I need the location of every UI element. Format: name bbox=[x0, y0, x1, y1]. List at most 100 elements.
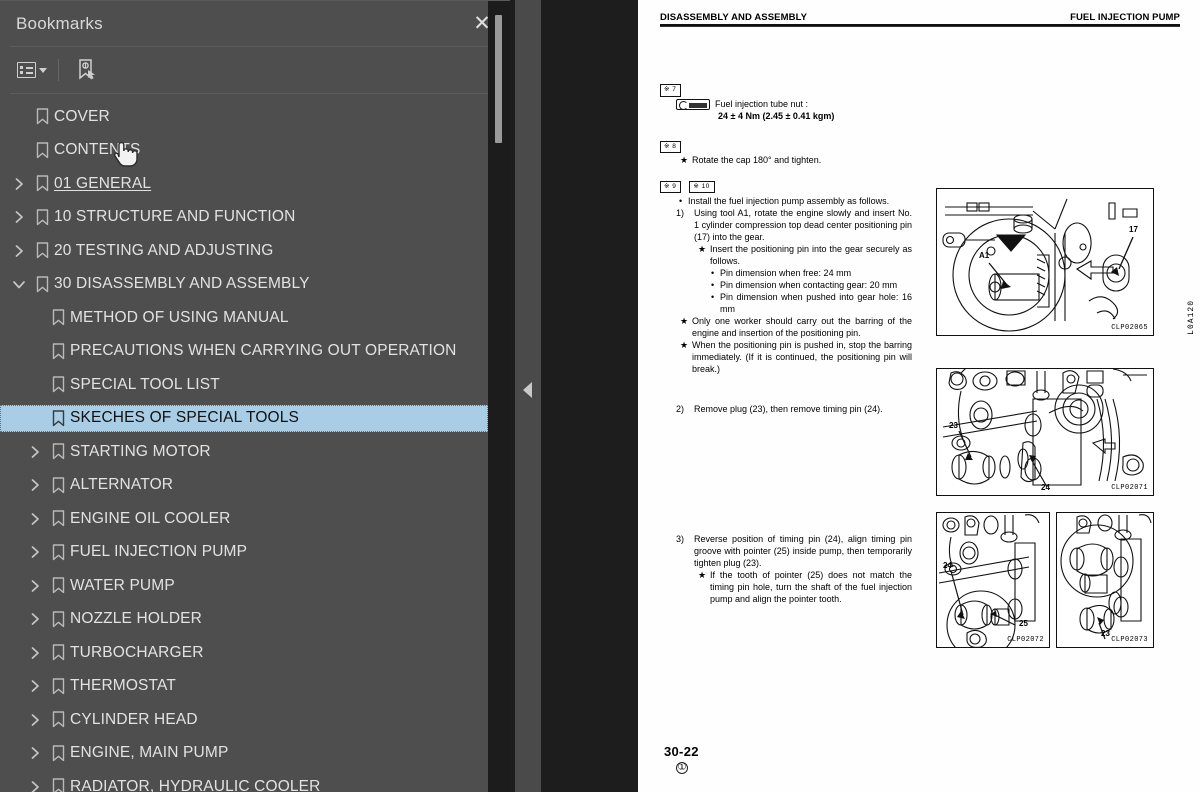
bookmark-item[interactable]: WATER PUMP bbox=[0, 569, 510, 603]
bookmark-label: 30 DISASSEMBLY AND ASSEMBLY bbox=[54, 275, 310, 293]
step-install-text: Install the fuel injection pump assembly… bbox=[688, 196, 890, 207]
warning-1-text: Only one worker should carry out the bar… bbox=[692, 316, 912, 339]
chevron-right-icon[interactable] bbox=[8, 177, 30, 191]
bookmark-icon bbox=[30, 175, 54, 192]
bookmark-icon bbox=[30, 142, 54, 159]
bookmark-item[interactable]: 30 DISASSEMBLY AND ASSEMBLY bbox=[0, 268, 510, 302]
bookmark-item[interactable]: CYLINDER HEAD bbox=[0, 703, 510, 737]
bookmark-item[interactable]: 01 GENERAL bbox=[0, 167, 510, 201]
bookmark-icon bbox=[46, 745, 70, 762]
chevron-right-icon[interactable] bbox=[8, 210, 30, 224]
panel-splitter[interactable] bbox=[510, 0, 638, 792]
bookmark-item[interactable]: COVER bbox=[0, 100, 510, 134]
bookmark-label: ENGINE OIL COOLER bbox=[70, 509, 231, 527]
chevron-right-icon[interactable] bbox=[24, 612, 46, 626]
star-bullet-icon: ★ bbox=[680, 340, 689, 351]
dimension-2: • Pin dimension when contacting gear: 20… bbox=[706, 280, 912, 292]
scrollbar-thumb[interactable] bbox=[495, 15, 502, 143]
bookmark-item[interactable]: ALTERNATOR bbox=[0, 469, 510, 503]
step-2: 2) Remove plug (23), then remove timing … bbox=[674, 404, 912, 416]
list-options-button[interactable] bbox=[12, 55, 52, 85]
tag-badge: ※ 9 bbox=[660, 180, 682, 194]
bookmark-item[interactable]: METHOD OF USING MANUAL bbox=[0, 301, 510, 335]
figure-callout: 23 bbox=[949, 421, 958, 430]
chevron-down-icon[interactable] bbox=[8, 279, 30, 290]
dimension-3: • Pin dimension when pushed into gear ho… bbox=[706, 292, 912, 316]
bookmark-icon bbox=[46, 577, 70, 594]
bookmark-item[interactable]: THERMOSTAT bbox=[0, 670, 510, 704]
header-left-text: DISASSEMBLY AND ASSEMBLY bbox=[660, 12, 808, 23]
tag-9-10-block: ※ 9 ※ 10 • Install the fuel injection pu… bbox=[660, 180, 912, 376]
bookmark-item[interactable]: RADIATOR, HYDRAULIC COOLER bbox=[0, 770, 510, 792]
figure-callout: 23 bbox=[1101, 629, 1110, 638]
step-2-block: 2) Remove plug (23), then remove timing … bbox=[660, 404, 912, 416]
step-1-text: Using tool A1, rotate the engine slowly … bbox=[694, 208, 912, 243]
step-3: 3) Reverse position of timing pin (24), … bbox=[674, 534, 912, 570]
step-1-note: ★ Insert the positioning pin into the ge… bbox=[692, 244, 912, 268]
bookmark-item[interactable]: STARTING MOTOR bbox=[0, 435, 510, 469]
collapse-left-icon[interactable] bbox=[523, 382, 532, 398]
torque-value: 24 ± 4 Nm (2.45 ± 0.41 kgm) bbox=[718, 110, 835, 121]
figure-callout: 17 bbox=[1129, 225, 1138, 234]
bookmarks-panel: Bookmarks ✕ COVER CONTENTS 01 GENERAL 10 ST… bbox=[0, 0, 510, 792]
bookmark-label: ALTERNATOR bbox=[70, 476, 174, 494]
bookmarks-toolbar bbox=[0, 47, 510, 93]
bookmark-icon bbox=[46, 544, 70, 561]
bookmark-item[interactable]: TURBOCHARGER bbox=[0, 636, 510, 670]
figure-plug-timing-pin: 23 24 CLP02071 bbox=[936, 368, 1154, 496]
bookmark-item[interactable]: SPECIAL TOOL LIST bbox=[0, 368, 510, 402]
bookmark-item[interactable]: ENGINE OIL COOLER bbox=[0, 502, 510, 536]
bookmark-label: FUEL INJECTION PUMP bbox=[70, 543, 248, 561]
dot-bullet-icon: • bbox=[679, 196, 683, 207]
bookmark-label: 01 GENERAL bbox=[54, 174, 152, 192]
bookmarks-tree[interactable]: COVER CONTENTS 01 GENERAL 10 STRUCTURE AND … bbox=[0, 94, 510, 792]
figure-callout: 25 bbox=[1019, 619, 1028, 628]
chevron-right-icon[interactable] bbox=[24, 746, 46, 760]
chevron-right-icon[interactable] bbox=[24, 679, 46, 693]
bookmarks-panel-header: Bookmarks ✕ bbox=[0, 1, 510, 46]
bookmark-item[interactable]: NOZZLE HOLDER bbox=[0, 603, 510, 637]
bookmark-icon bbox=[30, 242, 54, 259]
pdf-reader-window: Bookmarks ✕ COVER CONTENTS 01 GENERAL 10 ST… bbox=[0, 0, 1200, 792]
dimension-3-text: Pin dimension when pushed into gear hole… bbox=[720, 292, 912, 315]
star-bullet-icon: ★ bbox=[680, 155, 689, 165]
chevron-right-icon[interactable] bbox=[24, 713, 46, 727]
figure-callout: 24 bbox=[1041, 483, 1050, 492]
star-bullet-icon: ★ bbox=[680, 316, 689, 327]
chevron-right-icon[interactable] bbox=[24, 545, 46, 559]
dimension-1-text: Pin dimension when free: 24 mm bbox=[720, 268, 852, 279]
bookmark-item[interactable]: ENGINE, MAIN PUMP bbox=[0, 737, 510, 771]
chevron-right-icon[interactable] bbox=[24, 579, 46, 593]
dimension-1: • Pin dimension when free: 24 mm bbox=[706, 268, 912, 280]
bookmark-label: PRECAUTIONS WHEN CARRYING OUT OPERATION bbox=[70, 342, 457, 360]
torque-label: Fuel injection tube nut : bbox=[715, 99, 809, 109]
warning-1: ★ Only one worker should carry out the b… bbox=[674, 316, 912, 340]
chevron-right-icon[interactable] bbox=[8, 244, 30, 258]
bookmark-item[interactable]: 20 TESTING AND ADJUSTING bbox=[0, 234, 510, 268]
bookmark-item[interactable]: SKECHES OF SPECIAL TOOLS bbox=[0, 402, 510, 436]
bookmark-icon bbox=[46, 611, 70, 628]
document-viewport[interactable]: DISASSEMBLY AND ASSEMBLY FUEL INJECTION … bbox=[638, 0, 1200, 792]
bookmark-label: WATER PUMP bbox=[70, 576, 175, 594]
revision-mark: ① bbox=[676, 762, 688, 774]
bookmark-item[interactable]: PRECAUTIONS WHEN CARRYING OUT OPERATION bbox=[0, 335, 510, 369]
bookmark-label: NOZZLE HOLDER bbox=[70, 610, 202, 628]
tag-7-row: ※ 7 bbox=[660, 78, 912, 97]
chevron-right-icon[interactable] bbox=[24, 780, 46, 792]
bookmark-label: CONTENTS bbox=[54, 141, 141, 159]
bookmark-item[interactable]: FUEL INJECTION PUMP bbox=[0, 536, 510, 570]
figure-code: CLP02065 bbox=[1111, 324, 1148, 332]
step-2-number: 2) bbox=[676, 404, 685, 414]
splitter-handle-strip[interactable] bbox=[515, 0, 541, 792]
step-install: • Install the fuel injection pump assemb… bbox=[674, 196, 912, 208]
bookmark-item[interactable]: 10 STRUCTURE AND FUNCTION bbox=[0, 201, 510, 235]
chevron-right-icon[interactable] bbox=[24, 478, 46, 492]
new-bookmark-button[interactable] bbox=[70, 55, 104, 85]
dot-bullet-icon: • bbox=[711, 280, 715, 291]
chevron-right-icon[interactable] bbox=[24, 445, 46, 459]
bookmarks-scrollbar[interactable] bbox=[488, 1, 510, 792]
bookmark-item[interactable]: CONTENTS bbox=[0, 134, 510, 168]
bookmark-label: CYLINDER HEAD bbox=[70, 710, 198, 728]
chevron-right-icon[interactable] bbox=[24, 646, 46, 660]
chevron-right-icon[interactable] bbox=[24, 512, 46, 526]
